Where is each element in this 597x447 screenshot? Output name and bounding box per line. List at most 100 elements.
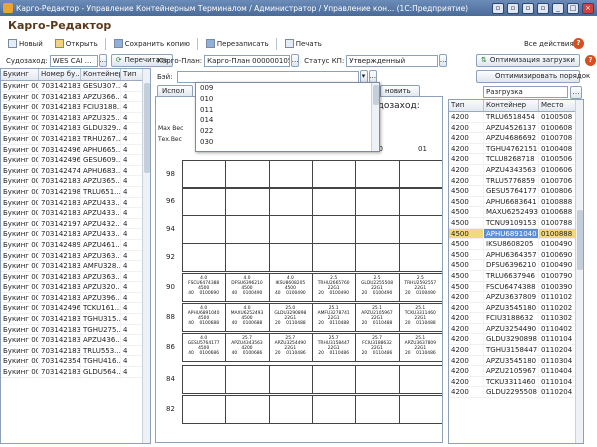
table-row[interactable]: 4500 TCNU9109153 0100788 bbox=[449, 217, 583, 229]
bay-slot[interactable] bbox=[355, 365, 400, 394]
bay-slot[interactable] bbox=[312, 160, 357, 189]
table-row[interactable]: Букинг 00...703142489APZU461...4 bbox=[1, 239, 150, 251]
vessel-field[interactable]: WES CAI ... bbox=[49, 54, 98, 67]
bay-slot[interactable] bbox=[312, 395, 357, 424]
rewrite-button[interactable]: Перезаписать bbox=[202, 37, 273, 50]
bay-slot[interactable] bbox=[268, 243, 313, 272]
table-row[interactable]: Букинг 00...703142183APZU365...4 bbox=[1, 176, 150, 187]
table-row[interactable]: 4200 GLDU3290898 0110104 bbox=[449, 334, 583, 346]
table-row[interactable]: Букинг 00...703142183GESU307...4 bbox=[1, 81, 150, 92]
table-row[interactable]: 4200 APZU3254490 0110402 bbox=[449, 323, 583, 335]
table-row[interactable]: Букинг 00...703142496TCKU161...4 bbox=[1, 303, 150, 315]
container-grid-scrollbar[interactable] bbox=[575, 100, 583, 443]
status-field[interactable]: Утвержденный bbox=[346, 54, 439, 67]
table-row[interactable]: 4500 FSCU6474388 0100390 bbox=[449, 281, 583, 293]
table-row[interactable]: Букинг 00...703142183TGHU315...4 bbox=[1, 314, 150, 325]
help-button-2[interactable]: ? bbox=[585, 55, 596, 66]
minimize-button[interactable]: _ bbox=[552, 2, 564, 14]
scroll-thumb[interactable] bbox=[373, 85, 379, 105]
bay-slot[interactable] bbox=[355, 187, 400, 216]
table-row[interactable]: 4500 GESU5764177 0100806 bbox=[449, 186, 583, 197]
table-row[interactable]: Букинг 00...703142183APZU433...4 bbox=[1, 197, 150, 209]
bay-option[interactable]: 011 bbox=[196, 105, 379, 116]
bay-option[interactable]: 022 bbox=[196, 126, 379, 137]
container-grid[interactable]: Тип Контейнер Место 4200 TRLU6518454 01005… bbox=[448, 99, 584, 444]
table-row[interactable]: Букинг 00...703142183TRHU267...4 bbox=[1, 133, 150, 145]
bay-slot[interactable] bbox=[182, 187, 227, 216]
bay-slot[interactable] bbox=[312, 365, 357, 394]
scroll-thumb[interactable] bbox=[577, 210, 583, 270]
bay-slot[interactable] bbox=[398, 243, 442, 272]
table-row[interactable]: 4500 DFSU6396210 0100490 bbox=[449, 260, 583, 271]
table-row[interactable]: 4200 APZU3545180 0110304 bbox=[449, 355, 583, 367]
table-row[interactable]: 4200 TCKU3311460 0110104 bbox=[449, 376, 583, 388]
bay-slot[interactable] bbox=[225, 365, 270, 394]
table-row[interactable]: Букинг 00...703142183APZU363...4 bbox=[1, 250, 150, 262]
table-row[interactable]: 4200 FCIU3188632 0110302 bbox=[449, 313, 583, 324]
bay-slot[interactable] bbox=[398, 187, 442, 216]
table-row[interactable]: Букинг 00...703142183GLDU564...4 bbox=[1, 367, 150, 378]
window-extra-button-1[interactable]: ▫ bbox=[492, 2, 504, 14]
table-row[interactable]: 4500 TRLU6637946 0100790 bbox=[449, 270, 583, 282]
table-row[interactable]: Букинг 00...703142474APHU683...4 bbox=[1, 165, 150, 177]
table-row[interactable]: 4200 APZU4343563 0100606 bbox=[449, 164, 583, 176]
mode-field[interactable]: Разгрузка bbox=[483, 86, 568, 98]
dropdown-scrollbar[interactable] bbox=[371, 83, 379, 151]
table-row[interactable]: 4500 APHU6683641 0100888 bbox=[449, 196, 583, 208]
print-button[interactable]: Печать bbox=[281, 37, 326, 50]
table-row[interactable]: Букинг 00...703142183APZU363...4 bbox=[1, 271, 150, 283]
bay-slot[interactable] bbox=[268, 395, 313, 424]
table-row[interactable]: Букинг 00...703142183APZU433...4 bbox=[1, 208, 150, 219]
save-copy-button[interactable]: Сохранить копию bbox=[110, 37, 194, 50]
bay-slot[interactable] bbox=[355, 395, 400, 424]
bay-slot[interactable] bbox=[268, 215, 313, 244]
maximize-button[interactable]: □ bbox=[567, 2, 579, 14]
table-row[interactable]: Букинг 00...703142496GESU609...4 bbox=[1, 155, 150, 166]
bay-slot[interactable] bbox=[182, 243, 227, 272]
column-header[interactable]: Тип bbox=[121, 69, 144, 80]
column-header[interactable]: Контейнер bbox=[484, 100, 539, 111]
bay-slot[interactable] bbox=[182, 365, 227, 394]
table-row[interactable]: Букинг 00...703142183TRLU553...4 bbox=[1, 345, 150, 357]
column-header[interactable]: Контейнер bbox=[81, 69, 121, 80]
table-row[interactable]: 4200 APZU2105967 0110404 bbox=[449, 366, 583, 377]
table-row[interactable]: 4500 MAXU6252493 0100688 bbox=[449, 207, 583, 218]
table-row[interactable]: Букинг 00...703142183GLDU329...4 bbox=[1, 123, 150, 134]
optimize-load-button[interactable]: ⇅ Оптимизация загрузки bbox=[476, 54, 580, 67]
bay-slot[interactable] bbox=[312, 187, 357, 216]
bay-slot[interactable] bbox=[225, 160, 270, 189]
bay-slot[interactable] bbox=[355, 215, 400, 244]
bay-option[interactable]: 014 bbox=[196, 115, 379, 126]
mode-select-button[interactable]: … bbox=[570, 86, 582, 99]
vessel-select-button[interactable]: … bbox=[98, 54, 107, 67]
bay-slot[interactable] bbox=[268, 365, 313, 394]
table-row[interactable]: Букинг 00...703142354TGHU416...4 bbox=[1, 356, 150, 368]
bay-option[interactable]: 030 bbox=[196, 137, 379, 148]
cargo-plan-field[interactable]: Карго-План 000000105 от 12.05... bbox=[204, 54, 291, 67]
scroll-thumb[interactable] bbox=[144, 83, 150, 173]
close-button[interactable]: × bbox=[582, 2, 594, 14]
bay-slot[interactable] bbox=[225, 243, 270, 272]
table-row[interactable]: 4200 APZU4686692 0100708 bbox=[449, 133, 583, 144]
table-row[interactable]: Букинг 00...703142183APZU366...4 bbox=[1, 91, 150, 103]
window-extra-button-4[interactable]: ▫ bbox=[537, 2, 549, 14]
table-row[interactable]: Букинг 00...703142183APZU320...4 bbox=[1, 282, 150, 293]
bay-slot[interactable] bbox=[182, 215, 227, 244]
table-row[interactable]: 4200 GLDU2295508 0110204 bbox=[449, 387, 583, 399]
bay-slot[interactable] bbox=[182, 395, 227, 424]
bay-slot[interactable] bbox=[312, 215, 357, 244]
status-select-button[interactable]: … bbox=[439, 54, 448, 67]
bay-slot[interactable] bbox=[355, 160, 400, 189]
bay-slot[interactable] bbox=[268, 187, 313, 216]
bay-field[interactable] bbox=[176, 70, 359, 83]
table-row[interactable]: Букинг 00...703142197APZU432...4 bbox=[1, 218, 150, 230]
bay-slot[interactable] bbox=[268, 160, 313, 189]
booking-grid[interactable]: Букинг Номер бу... Контейнер Тип Букинг … bbox=[0, 68, 151, 444]
table-row[interactable]: Букинг 00...703142183AMFU328...4 bbox=[1, 261, 150, 272]
table-row[interactable]: 4200 APZU4526137 0100608 bbox=[449, 122, 583, 134]
bay-slot[interactable] bbox=[312, 243, 357, 272]
bay-option[interactable]: 009 bbox=[196, 83, 379, 94]
bay-option[interactable]: 010 bbox=[196, 94, 379, 105]
table-row[interactable]: Букинг 00...703142198TRLU651...4 bbox=[1, 186, 150, 198]
bay-slot[interactable] bbox=[182, 160, 227, 189]
